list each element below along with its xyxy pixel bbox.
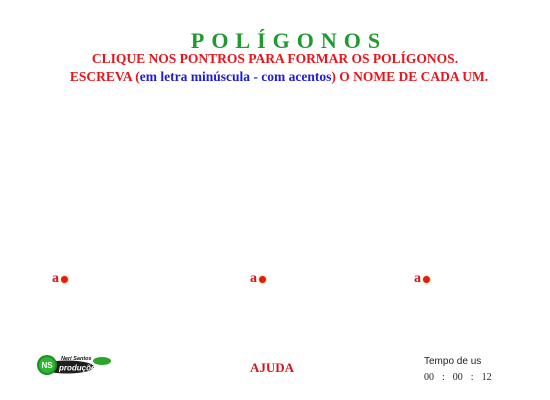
point-dot[interactable] (61, 275, 68, 283)
point-dot[interactable] (259, 275, 266, 283)
instruction-line-1: CLIQUE NOS PONTROS PARA FORMAR OS POLÍGO… (91, 51, 459, 66)
timer-display: 00:00:12 (424, 372, 492, 383)
instruction-line-2-start: ESCREVA ( (69, 69, 140, 84)
point-label: a (250, 271, 257, 286)
point-dot[interactable] (423, 275, 430, 283)
instruction-line-2-highlight: em letra minúscula - com acentos (139, 69, 332, 84)
polygon-point-1[interactable]: a (52, 272, 68, 286)
point-label: a (414, 271, 421, 286)
instruction-line-2-end: ) O NOME DE CADA UM. (331, 69, 489, 84)
instruction-line-2: ESCREVA (em letra minúscula - com acento… (4, 68, 550, 86)
logo-name: Neri Santos (61, 356, 92, 362)
timer-seconds: 12 (481, 372, 492, 383)
polygon-point-3[interactable]: a (414, 272, 430, 286)
logo-subtitle: produções (58, 364, 100, 373)
timer-label: Tempo de us (424, 356, 482, 367)
instructions: CLIQUE NOS PONTROS PARA FORMAR OS POLÍGO… (0, 50, 550, 86)
timer-separator: : (442, 372, 445, 383)
timer-separator: : (470, 372, 474, 383)
ns-producoes-logo: NS Neri Santos produções (37, 355, 111, 375)
timer-minutes: 00 (452, 372, 463, 383)
point-label: a (52, 271, 59, 286)
timer-hours: 00 (424, 372, 434, 383)
logo-initials: NS (41, 361, 53, 370)
polygon-point-2[interactable]: a (250, 272, 266, 286)
help-button[interactable]: AJUDA (250, 360, 294, 376)
